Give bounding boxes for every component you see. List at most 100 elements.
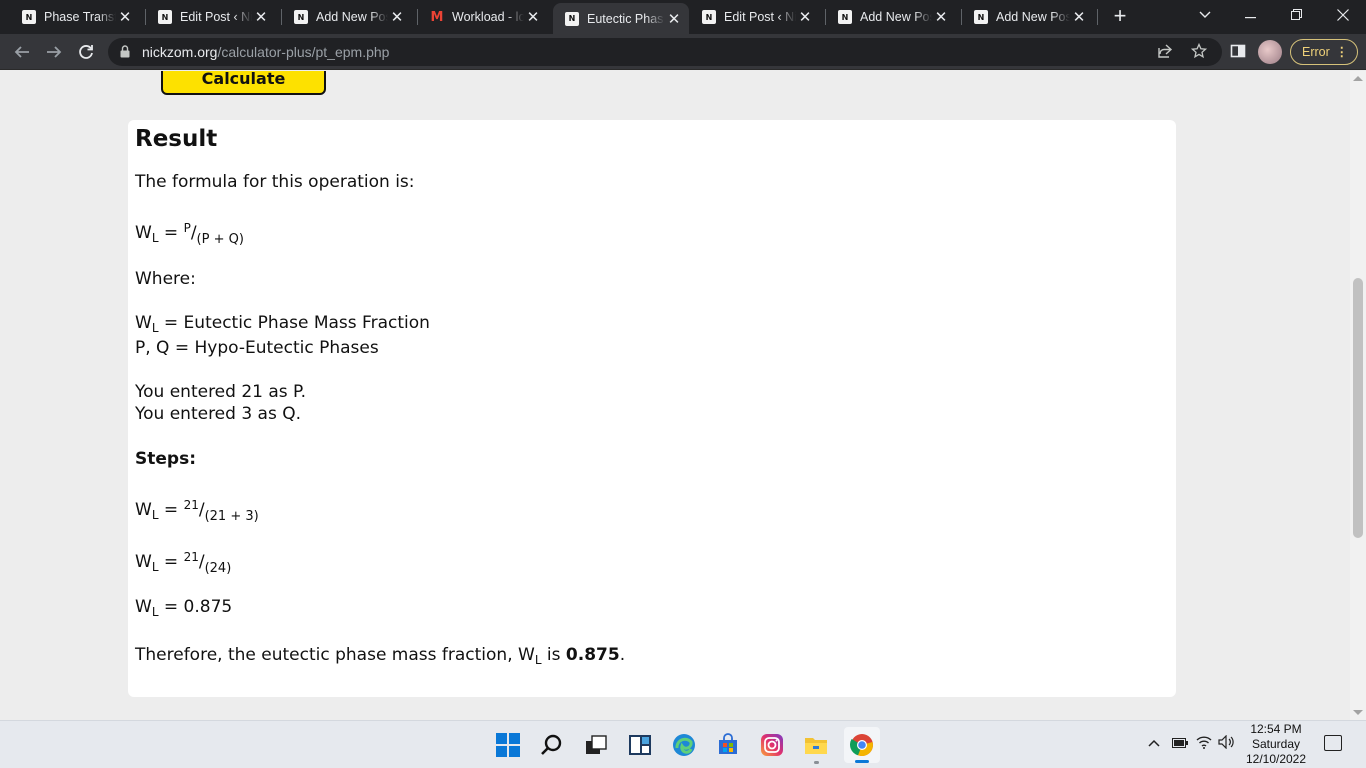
nick-logo-icon: N bbox=[702, 10, 716, 24]
close-icon bbox=[1337, 9, 1349, 21]
symbol-w: W bbox=[135, 223, 152, 243]
symbol-l: L bbox=[151, 560, 159, 574]
close-icon[interactable]: ✕ bbox=[1070, 8, 1088, 26]
forward-button[interactable] bbox=[42, 40, 66, 64]
tab-2[interactable]: N Edit Post ‹ Nic ✕ bbox=[148, 5, 276, 29]
result-heading: Result bbox=[135, 126, 218, 152]
share-button[interactable] bbox=[1156, 43, 1174, 61]
store-button[interactable] bbox=[716, 733, 740, 757]
url-path: /calculator-plus/pt_epm.php bbox=[217, 44, 390, 60]
tab-separator bbox=[1097, 9, 1098, 25]
symbol-l: L bbox=[151, 231, 159, 245]
tab-search-button[interactable] bbox=[1182, 0, 1228, 30]
symbol-w: W bbox=[135, 500, 152, 520]
calculate-button[interactable]: Calculate bbox=[161, 71, 326, 95]
close-icon[interactable]: ✕ bbox=[388, 8, 406, 26]
bookmark-button[interactable] bbox=[1190, 42, 1208, 61]
symbol-l: L bbox=[151, 508, 159, 522]
start-button[interactable] bbox=[496, 733, 520, 757]
tab-title: Add New Pos bbox=[996, 10, 1070, 24]
back-arrow-icon bbox=[14, 46, 29, 58]
profile-avatar[interactable] bbox=[1258, 40, 1282, 64]
instagram-icon bbox=[761, 734, 783, 756]
store-icon bbox=[719, 733, 737, 754]
tab-title: Edit Post ‹ Nic bbox=[724, 10, 796, 24]
scroll-up-icon[interactable] bbox=[1353, 76, 1363, 81]
tab-title: Add New Pos bbox=[316, 10, 388, 24]
system-clock[interactable]: 12:54 PM Saturday 12/10/2022 bbox=[1240, 722, 1312, 767]
tab-separator bbox=[281, 9, 282, 25]
new-tab-button[interactable]: + bbox=[1108, 4, 1132, 28]
side-panel-button[interactable] bbox=[1230, 43, 1248, 61]
symbol-w: W bbox=[135, 552, 152, 572]
error-label: Error bbox=[1302, 45, 1330, 59]
forward-arrow-icon bbox=[47, 46, 62, 58]
close-icon[interactable]: ✕ bbox=[932, 8, 950, 26]
tab-5-active[interactable]: N Eutectic Phas ✕ bbox=[553, 3, 689, 34]
close-icon[interactable]: ✕ bbox=[116, 8, 134, 26]
chevron-down-icon bbox=[1199, 11, 1211, 18]
nick-logo-icon: N bbox=[22, 10, 36, 24]
tab-title: Phase Transfo bbox=[44, 10, 116, 24]
back-button[interactable] bbox=[10, 40, 34, 64]
tab-4[interactable]: M Workload - lo ✕ bbox=[420, 5, 548, 29]
address-bar[interactable]: nickzom.org/calculator-plus/pt_epm.php bbox=[108, 38, 1222, 66]
search-button[interactable] bbox=[540, 733, 564, 757]
scrollbar-thumb[interactable] bbox=[1353, 278, 1363, 538]
tab-6[interactable]: N Edit Post ‹ Nic ✕ bbox=[692, 5, 820, 29]
wifi-button[interactable] bbox=[1196, 735, 1212, 753]
entered-p: You entered 21 as P. bbox=[135, 382, 307, 402]
more-menu-icon: ⋮ bbox=[1335, 45, 1349, 59]
close-icon[interactable]: ✕ bbox=[796, 8, 814, 26]
conclusion-value: 0.875 bbox=[565, 645, 620, 665]
edge-button[interactable] bbox=[672, 733, 696, 757]
instagram-button[interactable] bbox=[760, 733, 784, 757]
file-explorer-button[interactable] bbox=[804, 733, 828, 757]
tab-7[interactable]: N Add New Pos ✕ bbox=[828, 5, 956, 29]
battery-button[interactable] bbox=[1172, 737, 1188, 752]
tab-8[interactable]: N Add New Pos ✕ bbox=[964, 5, 1094, 29]
close-window-button[interactable] bbox=[1320, 0, 1366, 30]
reload-icon bbox=[79, 45, 93, 59]
entered-q: You entered 3 as Q. bbox=[135, 404, 302, 424]
tab-title: Workload - lo bbox=[452, 10, 524, 24]
reload-button[interactable] bbox=[74, 40, 98, 64]
symbol-w: W bbox=[135, 313, 152, 333]
restore-button[interactable] bbox=[1273, 0, 1319, 30]
symbol-l: L bbox=[151, 321, 159, 335]
task-view-icon bbox=[586, 735, 607, 754]
show-hidden-icons-button[interactable] bbox=[1148, 736, 1160, 751]
page-scrollbar[interactable] bbox=[1350, 71, 1366, 720]
nick-logo-icon: N bbox=[974, 10, 988, 24]
tab-1[interactable]: N Phase Transfo ✕ bbox=[12, 5, 140, 29]
minimize-button[interactable] bbox=[1227, 0, 1273, 30]
step3-value: = 0.875 bbox=[158, 597, 233, 617]
close-icon[interactable]: ✕ bbox=[524, 8, 542, 26]
step2-denominator: (24) bbox=[204, 561, 232, 576]
profile-error-button[interactable]: Error ⋮ bbox=[1290, 39, 1358, 65]
windows-taskbar: 12:54 PM Saturday 12/10/2022 bbox=[0, 720, 1366, 768]
volume-button[interactable] bbox=[1218, 734, 1236, 753]
widgets-button[interactable] bbox=[628, 733, 652, 757]
result-card: Result The formula for this operation is… bbox=[128, 120, 1176, 697]
nick-logo-icon: N bbox=[294, 10, 308, 24]
scroll-down-icon[interactable] bbox=[1353, 710, 1363, 715]
speaker-icon bbox=[1218, 734, 1234, 750]
lock-icon[interactable] bbox=[120, 45, 130, 58]
conclusion-suffix: . bbox=[619, 645, 626, 665]
formula-expression: WL = P/(P + Q) bbox=[135, 221, 244, 247]
close-icon[interactable]: ✕ bbox=[252, 8, 270, 26]
nick-logo-icon: N bbox=[838, 10, 852, 24]
nick-logo-icon: N bbox=[565, 11, 579, 26]
close-icon[interactable]: ✕ bbox=[665, 10, 683, 28]
tab-separator bbox=[825, 9, 826, 25]
tab-title: Add New Pos bbox=[860, 10, 932, 24]
minimize-icon bbox=[1244, 17, 1256, 19]
notification-icon[interactable] bbox=[1324, 735, 1342, 751]
task-view-button[interactable] bbox=[584, 733, 608, 757]
tab-3[interactable]: N Add New Pos ✕ bbox=[284, 5, 412, 29]
windows-logo-icon bbox=[496, 733, 520, 757]
chrome-button-active[interactable] bbox=[844, 727, 880, 763]
step1-numerator: 21 bbox=[183, 498, 199, 512]
tab-strip: N Phase Transfo ✕ N Edit Post ‹ Nic ✕ N … bbox=[0, 0, 1366, 34]
